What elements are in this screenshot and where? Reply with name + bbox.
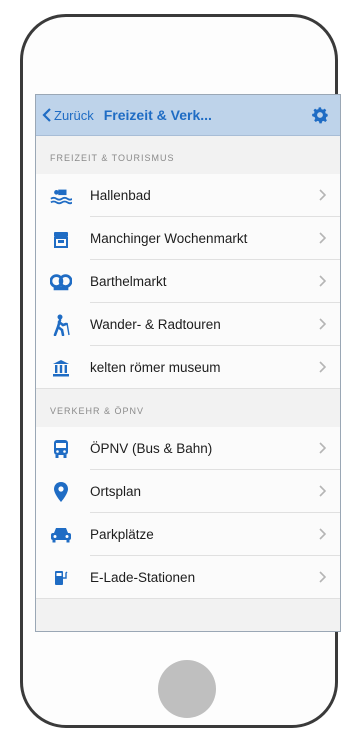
- chevron-right-icon: [319, 189, 326, 201]
- list-item-label: Barthelmarkt: [90, 274, 167, 289]
- app-screen: Zurück Freizeit & Verk... FREIZEIT & TOU…: [35, 94, 341, 632]
- section-header-freizeit: FREIZEIT & TOURISMUS: [50, 153, 175, 163]
- list-item-label: kelten römer museum: [90, 360, 221, 375]
- chevron-right-icon: [319, 232, 326, 244]
- list-item-label: Manchinger Wochenmarkt: [90, 231, 248, 246]
- hiking-icon: [50, 314, 72, 336]
- list-item-parkplaetze[interactable]: Parkplätze: [36, 513, 340, 556]
- back-button[interactable]: Zurück: [42, 108, 94, 123]
- charging-station-icon: [50, 567, 72, 589]
- back-label: Zurück: [54, 107, 94, 123]
- list-item-label: ÖPNV (Bus & Bahn): [90, 441, 213, 456]
- chevron-right-icon: [319, 571, 326, 583]
- home-button[interactable]: [158, 660, 216, 718]
- swimming-icon: [50, 185, 72, 207]
- verkehr-list: ÖPNV (Bus & Bahn) Ortsplan Parkplätze E-…: [36, 427, 340, 599]
- chevron-right-icon: [319, 361, 326, 373]
- list-item-label: Hallenbad: [90, 188, 151, 203]
- chevron-right-icon: [319, 528, 326, 540]
- list-item-wandertouren[interactable]: Wander- & Radtouren: [36, 303, 340, 346]
- navigation-bar: Zurück Freizeit & Verk...: [36, 95, 340, 136]
- chevron-left-icon: [42, 108, 51, 122]
- chevron-right-icon: [319, 318, 326, 330]
- list-item-barthelmarkt[interactable]: Barthelmarkt: [36, 260, 340, 303]
- list-item-label: Parkplätze: [90, 527, 154, 542]
- ferris-wheel-icon: [50, 271, 72, 293]
- map-pin-icon: [50, 481, 72, 503]
- chevron-right-icon: [319, 442, 326, 454]
- chevron-right-icon: [319, 485, 326, 497]
- museum-icon: [50, 357, 72, 379]
- freizeit-list: Hallenbad Manchinger Wochenmarkt Barthel…: [36, 174, 340, 389]
- list-item-e-lade[interactable]: E-Lade-Stationen: [36, 556, 340, 599]
- list-item-wochenmarkt[interactable]: Manchinger Wochenmarkt: [36, 217, 340, 260]
- gear-icon[interactable]: [310, 105, 330, 125]
- chevron-right-icon: [319, 275, 326, 287]
- list-item-oepnv[interactable]: ÖPNV (Bus & Bahn): [36, 427, 340, 470]
- list-item-label: Wander- & Radtouren: [90, 317, 221, 332]
- page-title: Freizeit & Verk...: [103, 107, 212, 123]
- section-header-verkehr: VERKEHR & ÖPNV: [50, 406, 145, 416]
- list-item-hallenbad[interactable]: Hallenbad: [36, 174, 340, 217]
- list-item-ortsplan[interactable]: Ortsplan: [36, 470, 340, 513]
- list-item-museum[interactable]: kelten römer museum: [36, 346, 340, 389]
- market-icon: [50, 228, 72, 250]
- list-item-label: Ortsplan: [90, 484, 142, 499]
- list-item-label: E-Lade-Stationen: [90, 570, 196, 585]
- car-icon: [50, 524, 72, 546]
- bus-icon: [50, 438, 72, 460]
